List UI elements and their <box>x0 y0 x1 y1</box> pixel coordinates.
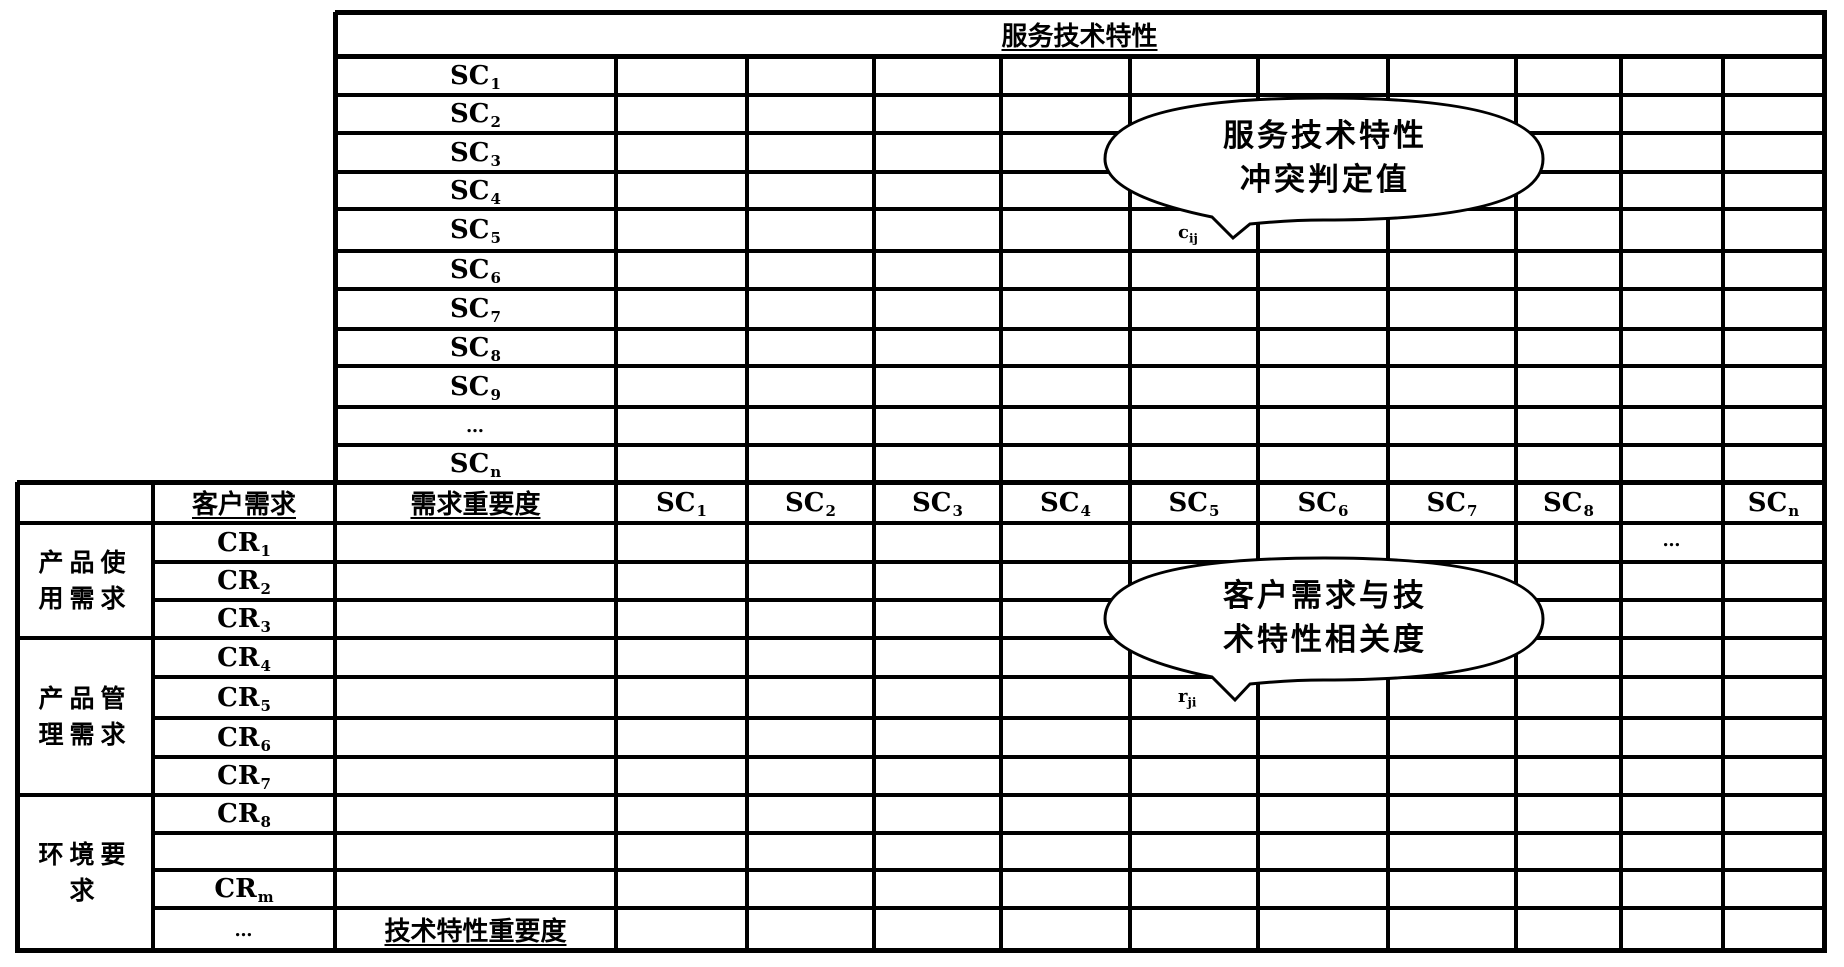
callout-conflict-line1: 服务技术特性 <box>1223 118 1427 154</box>
callout-correlation-line1: 客户需求与技 <box>1223 578 1427 614</box>
house-of-quality-diagram: 服务技术特性 SC 1 SC 2 SC 3 SC 4 SC 5 SC 6 SC 7 SC 8 SC 9… SC n 客… <box>0 0 1844 967</box>
callout-correlation-text: 客户需求与技 术特性相关度 <box>1170 574 1480 662</box>
callout-conflict-text: 服务技术特性 冲突判定值 <box>1170 114 1480 202</box>
callout-conflict-line2: 冲突判定值 <box>1240 162 1410 198</box>
conflict-value-cij: cij <box>1178 222 1198 246</box>
callouts-layer <box>1103 96 1545 703</box>
callout-correlation-line2: 术特性相关度 <box>1223 622 1427 658</box>
correlation-value-rji: rji <box>1178 686 1197 710</box>
